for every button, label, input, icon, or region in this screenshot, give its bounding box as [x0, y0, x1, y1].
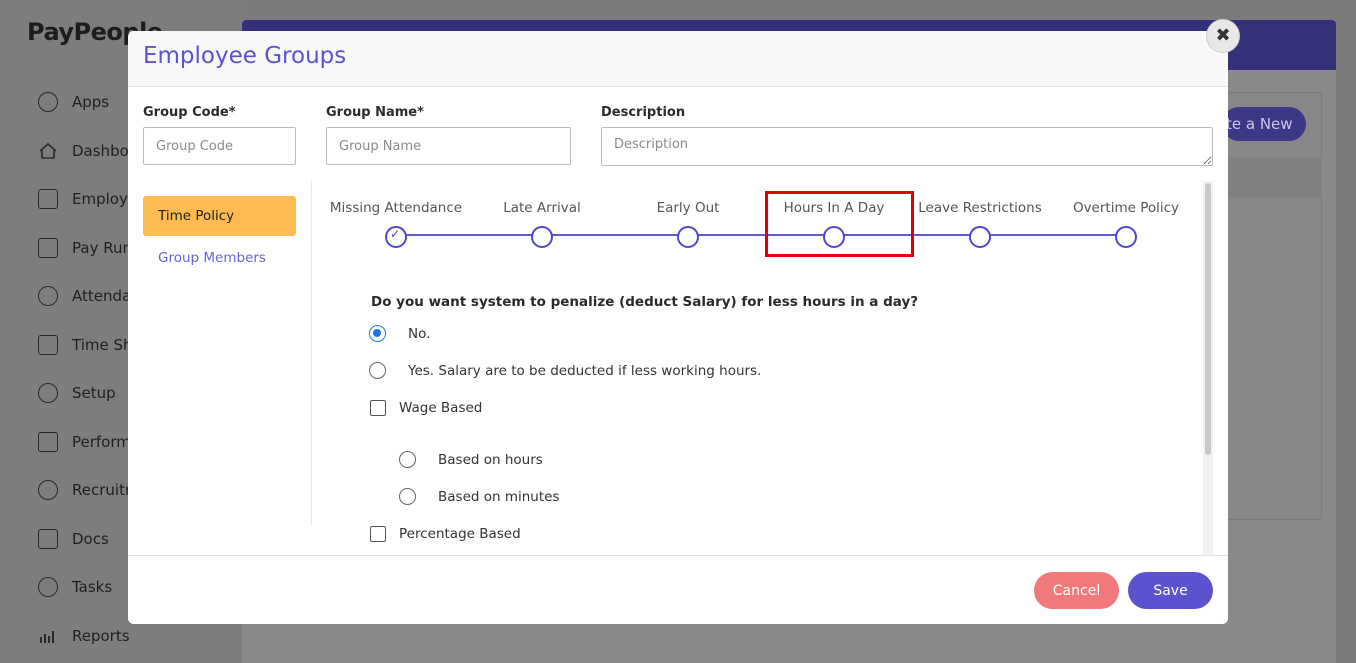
step-label: Early Out — [656, 200, 720, 216]
id-card-icon — [38, 189, 58, 210]
sidebar-item-setup[interactable]: Setup — [38, 369, 140, 418]
sidebar-nav: Apps Dashbo Employ Pay Run Attenda Time … — [38, 78, 140, 660]
step-label: Leave Restrictions — [918, 200, 1042, 216]
clock-icon — [38, 286, 58, 307]
check-icon: ✓ — [390, 227, 401, 241]
tab-panel: Time Policy Group Members — [128, 181, 312, 526]
check-circle-icon — [38, 577, 58, 598]
credit-card-icon — [38, 237, 58, 258]
step-early-out[interactable]: Early Out — [615, 196, 761, 248]
sidebar-item-label: Apps — [72, 93, 110, 112]
sidebar-item-payrun[interactable]: Pay Run — [38, 224, 140, 273]
step-label: Missing Attendance — [329, 200, 463, 216]
step-late-arrival[interactable]: Late Arrival — [469, 196, 615, 248]
sidebar-item-timesheet[interactable]: Time Sh — [38, 321, 140, 370]
sidebar-item-reports[interactable]: Reports — [38, 612, 140, 661]
option-no[interactable]: No. — [369, 325, 430, 342]
sidebar-item-attendance[interactable]: Attenda — [38, 272, 140, 321]
option-based-on-hours-label: Based on hours — [438, 451, 543, 468]
close-icon[interactable]: ✖ — [1206, 19, 1240, 53]
sidebar-item-recruitment[interactable]: Recruitm — [38, 466, 140, 515]
sidebar-item-label: Time Sh — [72, 335, 133, 354]
step-label: Late Arrival — [503, 200, 581, 216]
sidebar-item-label: Dashbo — [72, 141, 129, 160]
people-icon — [38, 480, 58, 501]
tab-group-members[interactable]: Group Members — [158, 250, 266, 266]
tab-time-policy[interactable]: Time Policy — [143, 196, 296, 236]
sidebar-item-apps[interactable]: Apps — [38, 78, 140, 127]
sidebar-item-label: Tasks — [72, 578, 113, 597]
group-code-input[interactable] — [143, 127, 296, 165]
penalize-question: Do you want system to penalize (deduct S… — [371, 294, 919, 310]
gear-icon — [38, 383, 58, 404]
option-yes-label: Yes. Salary are to be deducted if less w… — [408, 362, 762, 379]
option-based-on-hours[interactable]: Based on hours — [399, 451, 543, 468]
cancel-button[interactable]: Cancel — [1034, 572, 1119, 609]
checkbox-percentage-based[interactable] — [370, 526, 386, 542]
description-label: Description — [601, 105, 686, 120]
clock-icon — [38, 92, 58, 113]
sidebar-item-docs[interactable]: Docs — [38, 515, 140, 564]
step-missing-attendance[interactable]: Missing Attendance ✓ — [323, 196, 469, 248]
option-no-label: No. — [408, 325, 431, 342]
group-name-input[interactable] — [326, 127, 571, 165]
sidebar-item-label: Pay Run — [72, 238, 132, 257]
radio-based-on-minutes[interactable] — [399, 488, 416, 505]
option-based-on-minutes[interactable]: Based on minutes — [399, 488, 560, 505]
step-overtime-policy[interactable]: Overtime Policy — [1053, 196, 1199, 248]
group-code-label: Group Code* — [143, 105, 236, 120]
policy-stepper: Missing Attendance ✓ Late Arrival Early … — [323, 196, 1203, 256]
sidebar-item-label: Docs — [72, 529, 109, 548]
create-new-button[interactable]: te a New — [1222, 107, 1306, 141]
option-percentage-based-label: Percentage Based — [399, 526, 521, 542]
sidebar-item-label: Employ — [72, 190, 128, 209]
option-wage-based-label: Wage Based — [399, 400, 483, 416]
checkbox-wage-based[interactable] — [370, 400, 386, 416]
step-label: Overtime Policy — [1072, 200, 1180, 216]
sidebar-item-performance[interactable]: Perform — [38, 418, 140, 467]
sidebar-item-label: Attenda — [72, 287, 132, 306]
option-wage-based[interactable]: Wage Based — [370, 400, 482, 416]
radio-based-on-hours[interactable] — [399, 451, 416, 468]
employee-groups-modal: Employee Groups Group Code* Group Name* … — [128, 31, 1228, 624]
step-dot — [677, 226, 699, 248]
radio-yes[interactable] — [369, 362, 386, 379]
sidebar-item-label: Setup — [72, 384, 116, 403]
sidebar-item-label: Reports — [72, 626, 130, 645]
sidebar-item-label: Perform — [72, 432, 131, 451]
docs-icon — [38, 528, 58, 549]
group-code-field: Group Code* — [143, 105, 296, 165]
home-icon — [38, 141, 58, 161]
radio-no[interactable] — [369, 325, 386, 342]
option-based-on-minutes-label: Based on minutes — [438, 488, 560, 505]
modal-header: Employee Groups — [128, 31, 1228, 87]
highlight-annotation-box — [765, 191, 914, 257]
option-yes[interactable]: Yes. Salary are to be deducted if less w… — [369, 362, 761, 379]
step-dot — [531, 226, 553, 248]
step-dot — [969, 226, 991, 248]
step-dot — [1115, 226, 1137, 248]
group-name-label: Group Name* — [326, 105, 424, 120]
option-percentage-based[interactable]: Percentage Based — [370, 526, 521, 542]
bar-chart-icon — [38, 626, 58, 646]
sidebar-item-dashboard[interactable]: Dashbo — [38, 127, 140, 176]
save-button[interactable]: Save — [1128, 572, 1213, 609]
chart-icon — [38, 431, 58, 452]
modal-title: Employee Groups — [143, 43, 347, 69]
sheet-icon — [38, 334, 58, 355]
group-name-field: Group Name* — [326, 105, 571, 165]
description-field: Description — [601, 105, 1213, 170]
scrollbar-thumb[interactable] — [1205, 183, 1211, 455]
sidebar-item-employees[interactable]: Employ — [38, 175, 140, 224]
sidebar-item-tasks[interactable]: Tasks — [38, 563, 140, 612]
description-input[interactable] — [601, 127, 1213, 166]
modal-footer: Cancel Save — [128, 555, 1228, 624]
step-dot: ✓ — [385, 226, 407, 248]
step-leave-restrictions[interactable]: Leave Restrictions — [907, 196, 1053, 248]
